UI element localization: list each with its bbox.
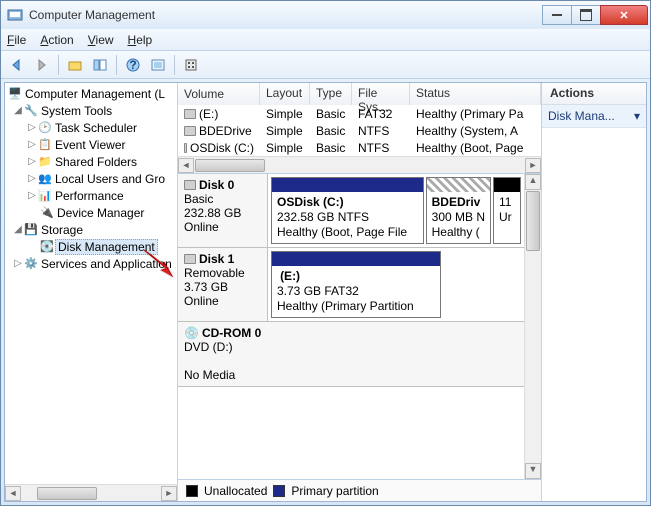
- tree-hscroll[interactable]: ◄►: [5, 484, 177, 501]
- partition-osdisk[interactable]: OSDisk (C:)232.58 GB NTFSHealthy (Boot, …: [271, 177, 424, 244]
- titlebar[interactable]: Computer Management: [1, 1, 650, 29]
- volume-list: Volume Layout Type File Sys... Status (E…: [178, 83, 541, 174]
- maximize-button[interactable]: [571, 5, 601, 25]
- tree-disk-management[interactable]: 💽Disk Management: [5, 238, 177, 255]
- disk-icon: [184, 180, 196, 190]
- drive-icon: [184, 126, 196, 136]
- legend: Unallocated Primary partition: [178, 479, 541, 501]
- computer-management-window: Computer Management File Action View Hel…: [0, 0, 651, 506]
- drive-icon: [184, 143, 187, 153]
- tree-services[interactable]: ▷⚙️Services and Application: [5, 255, 177, 272]
- toolbar: ?: [1, 51, 650, 79]
- app-icon: [7, 7, 23, 23]
- col-filesystem[interactable]: File Sys...: [352, 83, 410, 105]
- menu-file[interactable]: File: [7, 33, 26, 47]
- legend-primary-label: Primary partition: [291, 484, 378, 498]
- partition-unallocated[interactable]: 11Ur: [493, 177, 521, 244]
- properties-button[interactable]: [179, 54, 203, 76]
- disk-vscroll[interactable]: ▲▼: [524, 174, 541, 479]
- tree-shared-folders[interactable]: ▷📁Shared Folders: [5, 153, 177, 170]
- col-type[interactable]: Type: [310, 83, 352, 105]
- legend-unallocated-swatch: [186, 485, 198, 497]
- tree-system-tools[interactable]: ◢🔧System Tools: [5, 102, 177, 119]
- disk-0-info: Disk 0 Basic232.88 GBOnline: [178, 174, 268, 247]
- legend-unallocated-label: Unallocated: [204, 484, 267, 498]
- forward-button[interactable]: [30, 54, 54, 76]
- partition-bdedrive[interactable]: BDEDriv300 MB NHealthy (: [426, 177, 491, 244]
- col-layout[interactable]: Layout: [260, 83, 310, 105]
- volume-row[interactable]: (E:)SimpleBasicFAT32Healthy (Primary Pa: [178, 105, 541, 122]
- menubar: File Action View Help: [1, 29, 650, 51]
- up-button[interactable]: [63, 54, 87, 76]
- cdrom-info: 💿CD-ROM 0 DVD (D:) No Media: [178, 322, 524, 386]
- actions-header: Actions: [542, 83, 646, 105]
- content-area: 🖥️Computer Management (L ◢🔧System Tools …: [4, 82, 647, 502]
- menu-help[interactable]: Help: [128, 33, 153, 47]
- col-volume[interactable]: Volume: [178, 83, 260, 105]
- refresh-button[interactable]: [146, 54, 170, 76]
- tree-storage[interactable]: ◢💾Storage: [5, 221, 177, 238]
- disk-row-0[interactable]: Disk 0 Basic232.88 GBOnline OSDisk (C:)2…: [178, 174, 524, 248]
- partition-e[interactable]: (E:)3.73 GB FAT32Healthy (Primary Partit…: [271, 251, 441, 318]
- volume-row[interactable]: OSDisk (C:)SimpleBasicNTFSHealthy (Boot,…: [178, 139, 541, 156]
- actions-pane: Actions Disk Mana... ▾: [542, 83, 646, 501]
- tree-task-scheduler[interactable]: ▷🕑Task Scheduler: [5, 119, 177, 136]
- volume-row[interactable]: BDEDriveSimpleBasicNTFSHealthy (System, …: [178, 122, 541, 139]
- tree-root[interactable]: 🖥️Computer Management (L: [5, 85, 177, 102]
- close-button[interactable]: [600, 5, 648, 25]
- legend-primary-swatch: [273, 485, 285, 497]
- tree-device-manager[interactable]: 🔌Device Manager: [5, 204, 177, 221]
- center-pane: Volume Layout Type File Sys... Status (E…: [178, 83, 542, 501]
- back-button[interactable]: [5, 54, 29, 76]
- tree-performance[interactable]: ▷📊Performance: [5, 187, 177, 204]
- tree-local-users[interactable]: ▷👥Local Users and Gro: [5, 170, 177, 187]
- show-hide-tree-button[interactable]: [88, 54, 112, 76]
- disk-map: Disk 0 Basic232.88 GBOnline OSDisk (C:)2…: [178, 174, 541, 479]
- disk-row-1[interactable]: Disk 1 Removable3.73 GBOnline (E:)3.73 G…: [178, 248, 524, 322]
- svg-text:?: ?: [129, 58, 136, 72]
- disk-1-info: Disk 1 Removable3.73 GBOnline: [178, 248, 268, 321]
- menu-view[interactable]: View: [88, 33, 114, 47]
- tree-event-viewer[interactable]: ▷📋Event Viewer: [5, 136, 177, 153]
- volume-header[interactable]: Volume Layout Type File Sys... Status: [178, 83, 541, 105]
- menu-action[interactable]: Action: [40, 33, 73, 47]
- volume-hscroll[interactable]: ◄►: [178, 156, 541, 173]
- drive-icon: [184, 109, 196, 119]
- tree-pane: 🖥️Computer Management (L ◢🔧System Tools …: [5, 83, 178, 501]
- col-status[interactable]: Status: [410, 83, 541, 105]
- minimize-button[interactable]: [542, 5, 572, 25]
- help-button[interactable]: ?: [121, 54, 145, 76]
- disk-row-cd[interactable]: 💿CD-ROM 0 DVD (D:) No Media: [178, 322, 524, 387]
- disk-icon: [184, 254, 196, 264]
- window-title: Computer Management: [29, 8, 543, 22]
- cdrom-icon: 💿: [184, 326, 199, 340]
- chevron-down-icon: ▾: [634, 109, 640, 123]
- actions-disk-management[interactable]: Disk Mana... ▾: [542, 105, 646, 128]
